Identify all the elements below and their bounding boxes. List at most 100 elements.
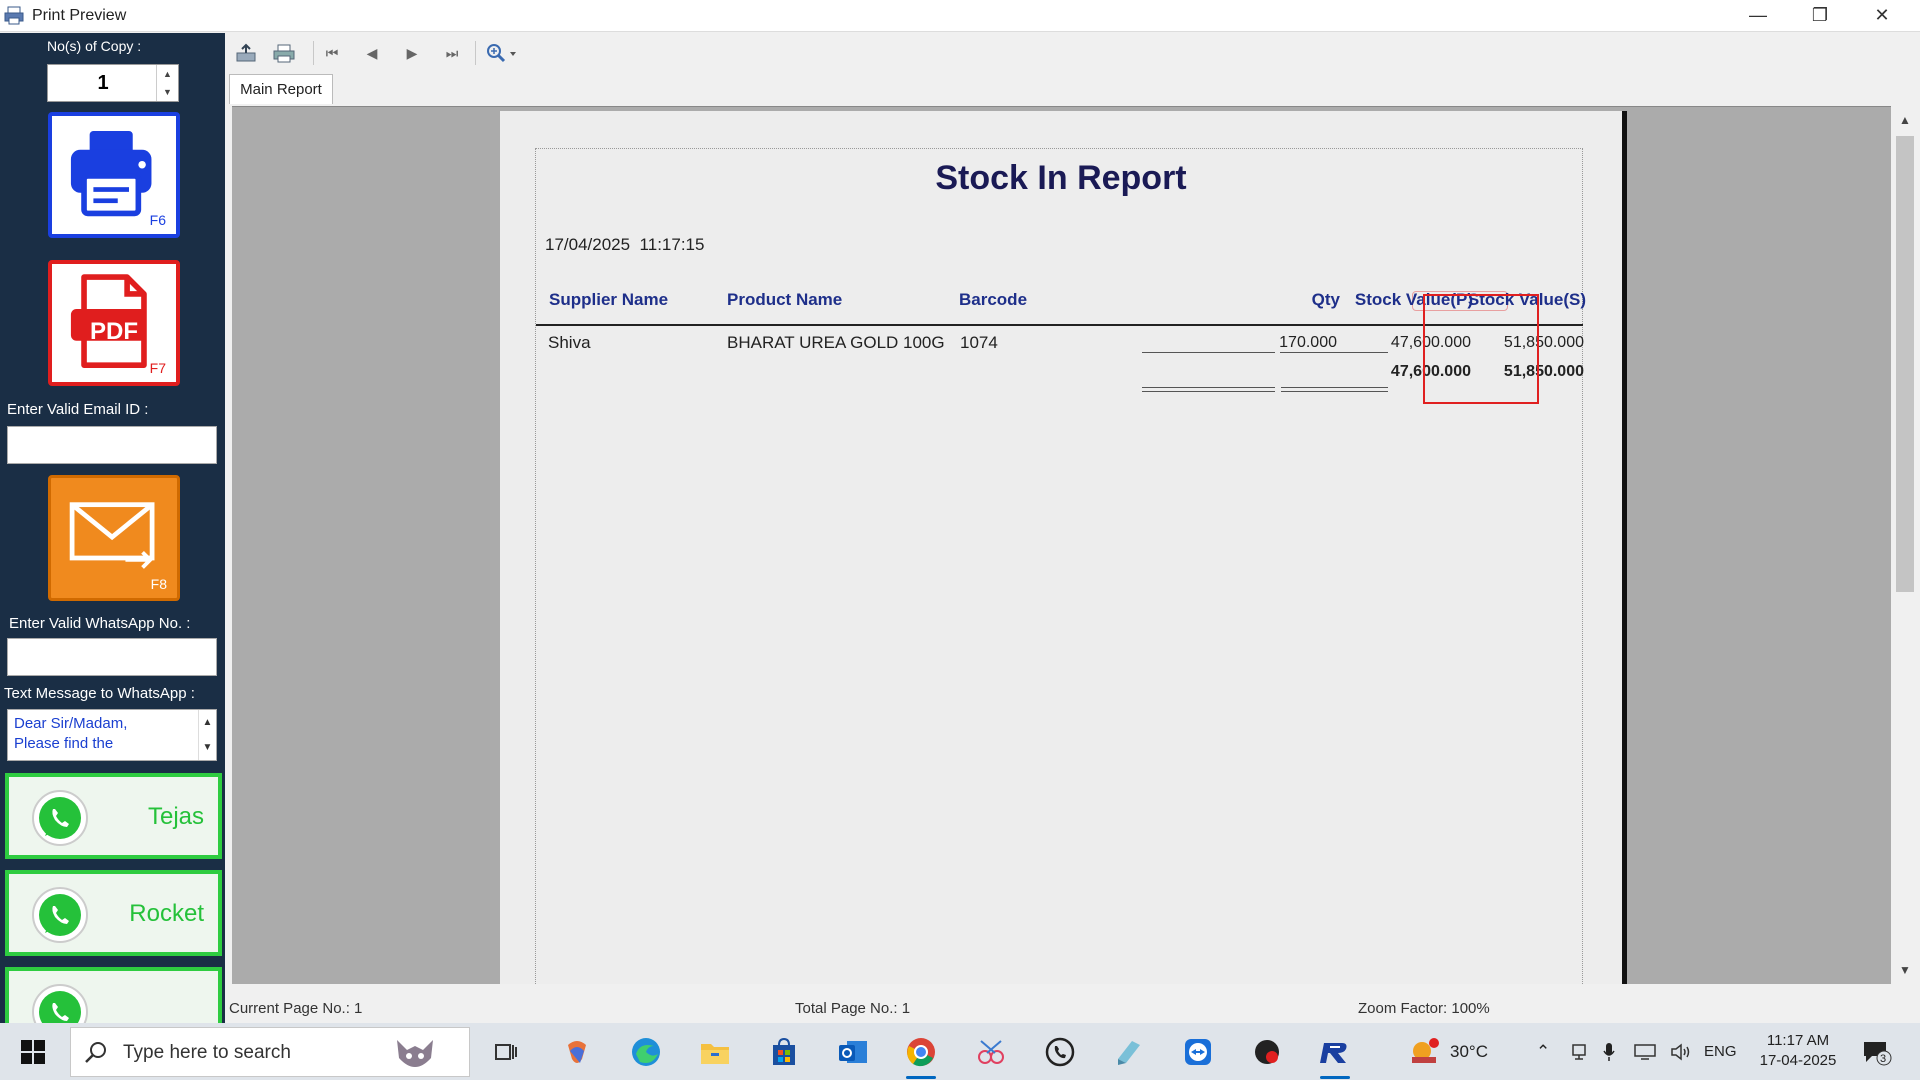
column-header-product: Product Name xyxy=(727,290,843,309)
close-button[interactable]: ✕ xyxy=(1851,0,1913,30)
first-page-icon[interactable]: ⏮ xyxy=(319,41,345,65)
language-indicator[interactable]: ENG xyxy=(1704,1023,1737,1080)
whatsapp-contact-button[interactable]: Tejas xyxy=(5,773,222,859)
whatsapp-message-textarea[interactable]: Dear Sir/Madam, Please find the ▲ ▼ xyxy=(7,709,217,761)
report-page: Stock In Report 17/04/2025 11:17:15 Supp… xyxy=(500,111,1622,984)
tab-main-report[interactable]: Main Report xyxy=(229,74,333,104)
chrome-icon[interactable] xyxy=(902,1033,940,1079)
report-title: Stock In Report xyxy=(935,159,1187,197)
whatsapp-icon xyxy=(32,887,88,943)
weather-widget[interactable]: 30°C xyxy=(1408,1023,1488,1080)
pdf-shortcut: F7 xyxy=(149,360,166,376)
report-datetime: 17/04/2025 11:17:15 xyxy=(545,235,704,255)
edge-icon[interactable] xyxy=(627,1033,665,1071)
zoom-factor-status: Zoom Factor: 100% xyxy=(1358,1000,1490,1017)
print-button[interactable]: F6 xyxy=(48,112,180,238)
column-header-supplier: Supplier Name xyxy=(549,290,669,309)
send-email-button[interactable]: F8 xyxy=(48,475,180,601)
total-double-rule xyxy=(1142,387,1275,392)
whatsapp-number-field[interactable] xyxy=(7,638,217,676)
report-preview-area[interactable]: Stock In Report 17/04/2025 11:17:15 Supp… xyxy=(232,106,1891,984)
stepper-down-icon[interactable]: ▼ xyxy=(157,83,178,101)
file-explorer-icon[interactable] xyxy=(696,1033,734,1071)
cell-supplier: Shiva xyxy=(548,333,591,352)
zoom-icon[interactable] xyxy=(483,41,523,65)
whatsapp-contact-button[interactable]: Rocket xyxy=(5,870,222,956)
volume-icon[interactable] xyxy=(1670,1023,1692,1080)
report-time: 11:17:15 xyxy=(639,235,705,254)
total-pages-status: Total Page No.: 1 xyxy=(795,1000,911,1017)
stepper-up-icon[interactable]: ▲ xyxy=(157,65,178,83)
teamviewer-icon[interactable] xyxy=(1179,1033,1217,1071)
pdf-label: PDF xyxy=(90,318,138,345)
copies-label: No(s) of Copy : xyxy=(47,38,142,54)
report-date: 17/04/2025 xyxy=(545,235,631,254)
status-bar: Current Page No.: 1 Total Page No.: 1 Zo… xyxy=(225,994,1920,1022)
print-preview-icon xyxy=(4,6,24,25)
notification-count: 3 xyxy=(1880,1053,1887,1065)
print-shortcut: F6 xyxy=(149,212,166,228)
cell-barcode: 1074 xyxy=(960,333,998,352)
message-scrollbar[interactable]: ▲ ▼ xyxy=(198,710,216,760)
scrollbar-thumb[interactable] xyxy=(1896,136,1914,592)
taskbar-clock[interactable]: 11:17 AM 17-04-2025 xyxy=(1750,1031,1846,1071)
scroll-up-icon[interactable]: ▲ xyxy=(1891,108,1919,132)
email-label: Enter Valid Email ID : xyxy=(7,401,149,418)
export-icon[interactable] xyxy=(233,41,259,65)
scroll-down-icon[interactable]: ▼ xyxy=(1891,958,1919,982)
subtotal-rule xyxy=(1280,352,1388,353)
network-icon[interactable] xyxy=(1570,1023,1588,1080)
contact-name: Rocket xyxy=(129,900,204,927)
printer-icon[interactable] xyxy=(271,41,297,65)
billing-app-icon[interactable] xyxy=(1316,1033,1354,1079)
contact-name: Tejas xyxy=(147,803,204,830)
weather-icon xyxy=(1412,1037,1439,1063)
recorder-icon[interactable] xyxy=(1248,1033,1286,1071)
snipping-tool-icon[interactable] xyxy=(972,1033,1010,1071)
copies-stepper-arrows[interactable]: ▲ ▼ xyxy=(156,65,178,101)
whatsapp-icon xyxy=(32,790,88,846)
copies-value[interactable]: 1 xyxy=(48,65,158,101)
taskbar-search-box[interactable]: Type here to search xyxy=(70,1027,470,1077)
show-hidden-icons-icon[interactable]: ⌃ xyxy=(1536,1023,1550,1080)
email-field[interactable] xyxy=(7,426,217,464)
copilot-icon[interactable] xyxy=(558,1033,596,1071)
whatsapp-number-label: Enter Valid WhatsApp No. : xyxy=(9,615,191,632)
notepad-icon[interactable] xyxy=(1110,1033,1148,1071)
whatsapp-icon[interactable] xyxy=(1041,1033,1079,1071)
restore-button[interactable]: ❐ xyxy=(1789,0,1851,30)
whatsapp-message-text[interactable]: Dear Sir/Madam, Please find the xyxy=(14,714,127,754)
scroll-down-icon[interactable]: ▼ xyxy=(199,735,216,760)
minimize-button[interactable]: — xyxy=(1727,0,1789,30)
title-bar: Print Preview — ❐ ✕ xyxy=(0,0,1920,32)
search-placeholder[interactable]: Type here to search xyxy=(123,1042,291,1064)
outlook-icon[interactable] xyxy=(834,1033,872,1071)
whatsapp-contact-button[interactable] xyxy=(5,967,222,1023)
export-pdf-button[interactable]: PDF F7 xyxy=(48,260,180,386)
subtotal-rule xyxy=(1142,352,1275,353)
clock-time: 11:17 AM xyxy=(1766,1032,1830,1049)
microsoft-store-icon[interactable] xyxy=(765,1033,803,1071)
scroll-up-icon[interactable]: ▲ xyxy=(199,710,216,735)
weather-temperature[interactable]: 30°C xyxy=(1450,1042,1488,1062)
task-view-icon[interactable] xyxy=(487,1033,525,1071)
page-margin-border xyxy=(535,148,1583,984)
copies-stepper[interactable]: 1 ▲ ▼ xyxy=(47,64,179,102)
previous-page-icon[interactable]: ◀ xyxy=(359,41,385,65)
whatsapp-icon xyxy=(32,984,88,1023)
windows-icon xyxy=(21,1040,45,1064)
clock-date: 17-04-2025 xyxy=(1759,1052,1837,1069)
display-icon[interactable] xyxy=(1634,1023,1656,1080)
start-button[interactable] xyxy=(10,1035,56,1069)
preview-toolbar: ⏮ ◀ ▶ ⏭ xyxy=(229,33,1920,73)
qty-highlight-box xyxy=(1423,294,1539,404)
last-page-icon[interactable]: ⏭ xyxy=(439,41,465,65)
notification-center-icon[interactable]: 3 xyxy=(1862,1023,1892,1080)
microphone-icon[interactable] xyxy=(1602,1023,1616,1080)
whatsapp-message-label: Text Message to WhatsApp : xyxy=(4,685,195,702)
column-header-barcode: Barcode xyxy=(959,290,1028,309)
vertical-scrollbar[interactable]: ▲ ▼ xyxy=(1891,106,1919,984)
windows-taskbar: Type here to search 30°C ⌃ ENG 11:17 AM … xyxy=(0,1023,1920,1080)
email-shortcut: F8 xyxy=(150,576,167,592)
next-page-icon[interactable]: ▶ xyxy=(399,41,425,65)
